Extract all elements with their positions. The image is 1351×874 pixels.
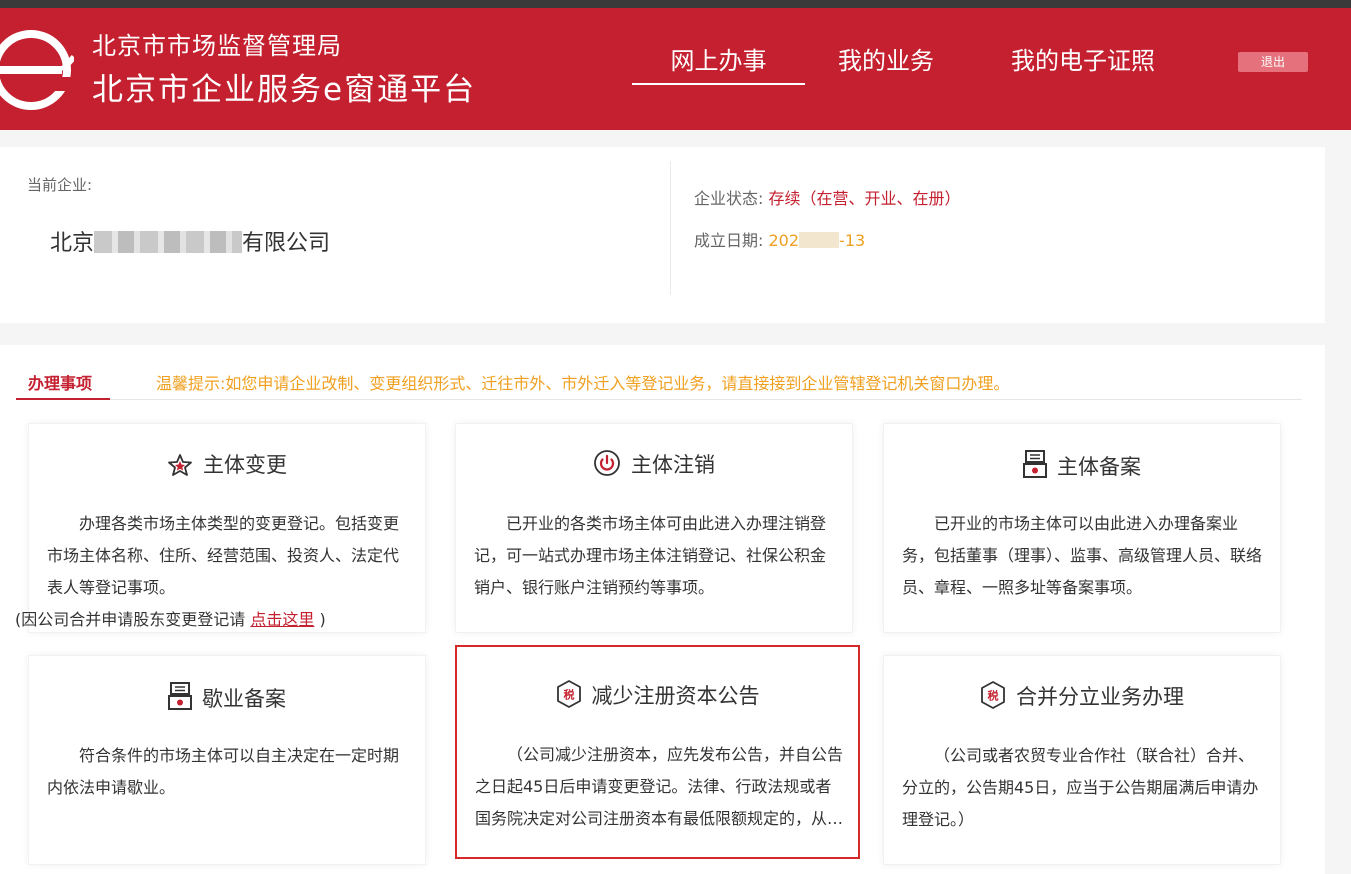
tax-badge-icon: 税 [556,680,581,708]
card-entity-cancel[interactable]: 主体注销 已开业的各类市场主体可由此进入办理注销登记，可一站式办理市场主体注销登… [455,423,853,633]
warm-tip: 温馨提示:如您申请企业改制、变更组织形式、迁往市外、市外迁入等登记业务，请直接接… [156,374,1010,393]
card-title: 主体备案 [884,449,1280,481]
nav-online-service[interactable]: 网上办事 [632,41,805,76]
current-company-label: 当前企业: [27,176,93,194]
status-label: 企业状态: [694,189,764,208]
site-header: 北京市市场监督管理局 北京市企业服务e窗通平台 网上办事 我的业务 我的电子证照… [0,8,1351,130]
card-entity-filing[interactable]: 主体备案 已开业的市场主体可以由此进入办理备案业务，包括董事（理事）、监事、高级… [883,423,1281,633]
svg-text:税: 税 [988,689,999,703]
e-logo-icon [0,30,74,110]
tab-active-underline [16,398,110,400]
card-title-text: 主体备案 [1057,455,1141,479]
svg-text:税: 税 [563,688,574,702]
card-title-text: 主体注销 [631,453,715,477]
card-title: 歇业备案 [29,681,425,713]
current-company-panel: 当前企业: 北京 有限公司 企业状态: 存续（在营、开业、在册） 成立日期: 20… [0,147,1325,323]
card-description: （公司或者农贸专业合作社（联合社）合并、分立的，公告期45日，应当于公告期届满后… [902,746,1259,829]
nav-my-e-license[interactable]: 我的电子证照 [1011,41,1155,76]
note-prefix: (因公司合并申请股东变更登记请 [15,610,251,629]
filing-icon [1023,450,1047,478]
card-entity-change[interactable]: 主体变更 办理各类市场主体类型的变更登记。包括变更市场主体名称、住所、经营范围、… [15,423,426,636]
card-title: 税 减少注册资本公告 [457,680,858,710]
card-description: 已开业的市场主体可以由此进入办理备案业务，包括董事（理事）、监事、高级管理人员、… [902,514,1263,597]
merge-note: (因公司合并申请股东变更登记请 点击这里 ) [15,604,411,636]
card-title-text: 歇业备案 [202,687,286,711]
platform-name: 北京市企业服务e窗通平台 [92,72,477,108]
tab-divider [16,399,1302,400]
card-description: 办理各类市场主体类型的变更登记。包括变更市场主体名称、住所、经营范围、投资人、法… [15,508,411,636]
card-description: 符合条件的市场主体可以自主决定在一定时期内依法申请歇业。 [47,746,400,797]
company-name: 北京 有限公司 [50,225,330,257]
card-desc-text: 办理各类市场主体类型的变更登记。包括变更市场主体名称、住所、经营范围、投资人、法… [47,514,400,597]
card-title-text: 合并分立业务办理 [1016,685,1184,709]
company-status: 企业状态: 存续（在营、开业、在册） [694,185,961,209]
note-suffix: ) [314,610,326,629]
card-capital-reduction-notice[interactable]: 税 减少注册资本公告 （公司减少注册资本，应先发布公告，并自公告之日起45日后申… [455,645,860,859]
top-strip [0,0,1351,8]
card-title: 税 合并分立业务办理 [884,681,1280,711]
redacted-block [94,231,243,253]
card-merge-split[interactable]: 税 合并分立业务办理 （公司或者农贸专业合作社（联合社）合并、分立的，公告期45… [883,655,1281,865]
card-description: （公司减少注册资本，应先发布公告，并自公告之日起45日后申请变更登记。法律、行政… [475,745,844,828]
status-value: 存续（在营、开业、在册） [768,189,961,208]
company-name-suffix: 有限公司 [242,231,331,256]
nav-my-business[interactable]: 我的业务 [838,41,934,76]
nav-active-underline [632,83,805,85]
card-title: 主体变更 [29,449,425,479]
card-description: 已开业的各类市场主体可由此进入办理注销登记，可一站式办理市场主体注销登记、社保公… [474,514,827,597]
org-name: 北京市市场监督管理局 [92,32,342,60]
click-here-link[interactable]: 点击这里 [250,610,314,629]
card-title-text: 减少注册资本公告 [591,684,760,708]
card-title-text: 主体变更 [203,453,287,477]
establish-date: 成立日期: 202 -13 [694,227,865,251]
filing-icon [168,682,192,710]
tax-badge-icon: 税 [981,681,1005,709]
date-label: 成立日期: [694,231,764,250]
power-icon [594,450,620,476]
tasks-panel: 办理事项 温馨提示:如您申请企业改制、变更组织形式、迁往市外、市外迁入等登记业务… [0,345,1325,874]
star-badge-icon [168,454,192,476]
date-suffix: -13 [839,231,866,250]
redacted-date [799,232,840,248]
card-suspension-filing[interactable]: 歇业备案 符合条件的市场主体可以自主决定在一定时期内依法申请歇业。 [28,655,426,865]
company-name-prefix: 北京 [50,231,95,256]
logout-button[interactable]: 退出 [1238,52,1308,72]
card-title: 主体注销 [456,449,852,479]
date-prefix: 202 [768,231,800,250]
company-divider [670,161,671,295]
tab-tasks[interactable]: 办理事项 [28,370,92,394]
